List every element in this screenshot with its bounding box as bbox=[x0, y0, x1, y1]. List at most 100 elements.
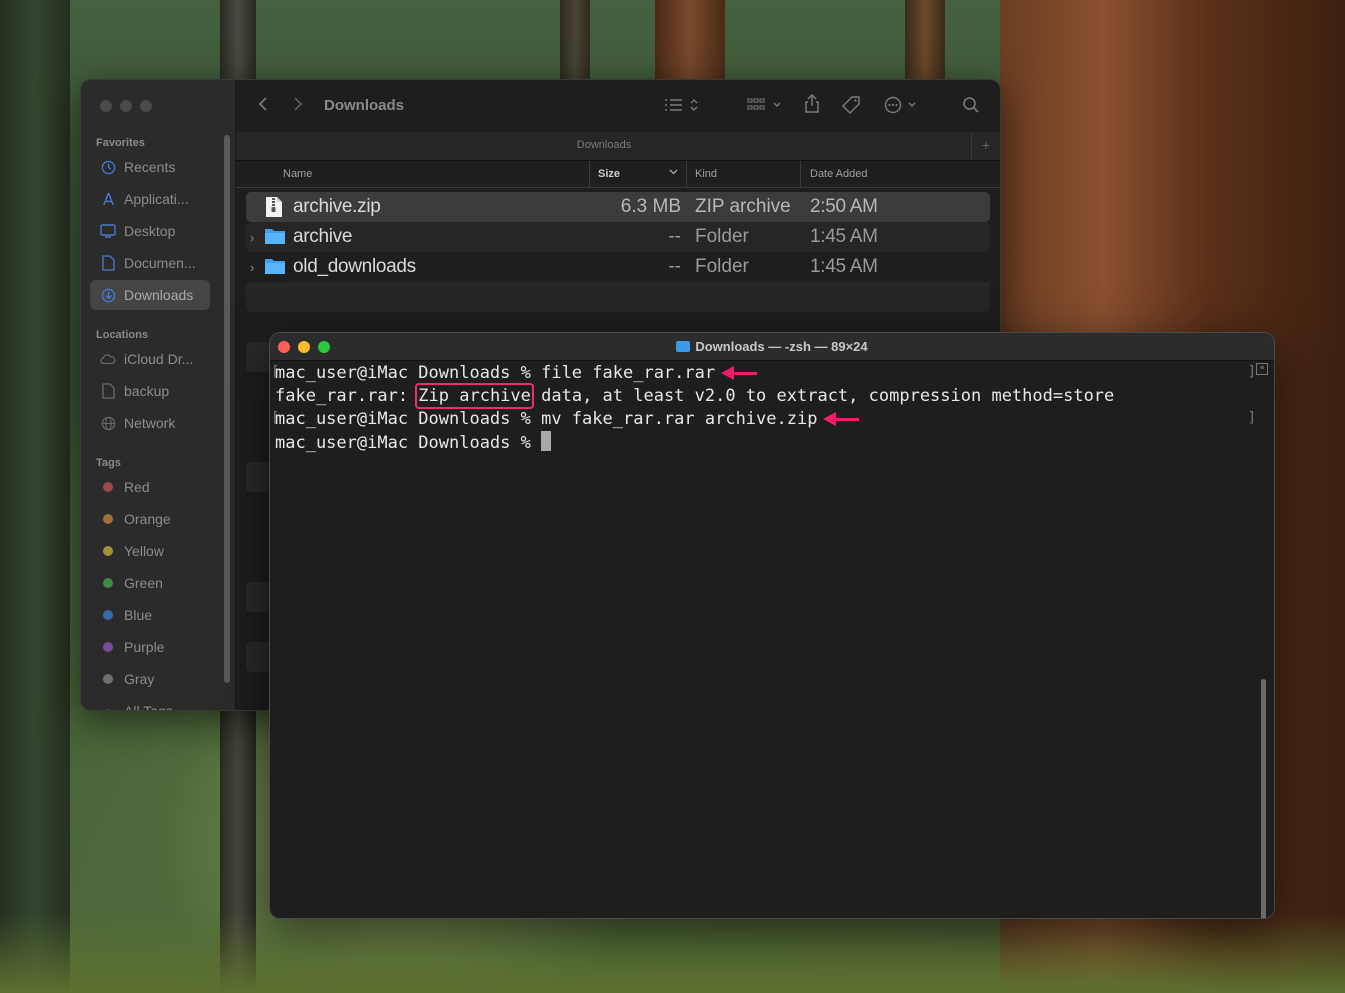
zoom-button[interactable] bbox=[140, 100, 152, 112]
terminal-window: Downloads — -zsh — 89×24 [ [ mac_user@iM… bbox=[269, 332, 1275, 919]
column-headers: Name Size Kind Date Added bbox=[236, 161, 1000, 188]
sidebar-item-label: Blue bbox=[124, 607, 153, 623]
share-icon[interactable] bbox=[804, 93, 820, 119]
file-kind: Folder bbox=[695, 256, 749, 277]
sidebar-item-label: backup bbox=[124, 383, 170, 399]
sidebar-item-label: Recents bbox=[124, 159, 176, 175]
file-list: archive.zip 6.3 MB ZIP archive 2:50 AM ›… bbox=[246, 192, 990, 312]
sidebar-item-applications[interactable]: Applicati... bbox=[90, 184, 210, 214]
sidebar-item-label: Gray bbox=[124, 671, 155, 687]
sidebar-item-documents[interactable]: Documen... bbox=[90, 248, 210, 278]
mark-bracket: ] bbox=[1247, 364, 1256, 380]
search-icon[interactable] bbox=[962, 96, 980, 119]
file-kind: Folder bbox=[695, 226, 749, 247]
sidebar-tag-purple[interactable]: Purple bbox=[90, 632, 210, 662]
folder-icon bbox=[676, 341, 691, 352]
file-date: 2:50 AM bbox=[810, 196, 878, 217]
locations-heading: Locations bbox=[96, 329, 148, 341]
sidebar-item-desktop[interactable]: Desktop bbox=[90, 216, 210, 246]
zip-file-icon bbox=[264, 196, 286, 218]
file-date: 1:45 AM bbox=[810, 256, 878, 277]
tag-dot-icon bbox=[100, 671, 116, 687]
empty-row-stub bbox=[246, 582, 270, 612]
sidebar-tag-blue[interactable]: Blue bbox=[90, 600, 210, 630]
empty-row-stub bbox=[246, 462, 270, 492]
text-cursor bbox=[541, 431, 552, 451]
sidebar-item-label: Downloads bbox=[124, 287, 194, 303]
sidebar-item-label: iCloud Dr... bbox=[124, 351, 194, 367]
folder-icon bbox=[264, 226, 286, 248]
file-name: archive.zip bbox=[293, 196, 381, 217]
sidebar-tag-gray[interactable]: Gray bbox=[90, 664, 210, 694]
clock-icon bbox=[100, 159, 116, 175]
column-divider bbox=[800, 161, 801, 187]
column-date-added[interactable]: Date Added bbox=[810, 168, 868, 180]
annotation-arrow bbox=[823, 408, 860, 430]
tags-heading: Tags bbox=[96, 457, 121, 469]
list-view-icon[interactable] bbox=[664, 97, 702, 118]
file-size: -- bbox=[668, 226, 681, 247]
forward-icon[interactable] bbox=[293, 96, 303, 117]
sidebar-item-recents[interactable]: Recents bbox=[90, 152, 210, 182]
file-row-old-downloads[interactable]: › old_downloads -- Folder 1:45 AM bbox=[246, 252, 990, 282]
sidebar-item-label: Documen... bbox=[124, 255, 196, 271]
document-icon bbox=[100, 255, 116, 271]
file-size: -- bbox=[668, 256, 681, 277]
file-size: 6.3 MB bbox=[620, 196, 681, 217]
group-icon[interactable] bbox=[747, 97, 783, 118]
sidebar-item-label: Orange bbox=[124, 511, 171, 527]
sidebar-tag-orange[interactable]: Orange bbox=[90, 504, 210, 534]
file-row-archive-zip[interactable]: archive.zip 6.3 MB ZIP archive 2:50 AM bbox=[246, 192, 990, 222]
sidebar-item-label: Network bbox=[124, 415, 176, 431]
output-text: data, at least v2.0 to extract, compress… bbox=[530, 386, 1115, 406]
sidebar-item-network[interactable]: Network bbox=[90, 408, 210, 438]
window-title: Downloads bbox=[324, 97, 405, 114]
tag-icon[interactable] bbox=[841, 95, 861, 120]
terminal-scrollbar[interactable] bbox=[1261, 679, 1266, 918]
tag-dot-icon bbox=[100, 479, 116, 495]
column-kind[interactable]: Kind bbox=[695, 168, 717, 180]
add-tab-button[interactable]: + bbox=[971, 132, 1000, 160]
sidebar-item-label: Yellow bbox=[124, 543, 164, 559]
scroll-mark-icon[interactable]: ≡ bbox=[1256, 363, 1268, 375]
terminal-output[interactable]: [ [ mac_user@iMac Downloads % file fake_… bbox=[270, 361, 1274, 918]
file-row-archive-folder[interactable]: › archive -- Folder 1:45 AM bbox=[246, 222, 990, 252]
sidebar-item-downloads[interactable]: Downloads bbox=[90, 280, 210, 310]
file-kind: ZIP archive bbox=[695, 196, 791, 217]
background-tree bbox=[0, 0, 70, 993]
sidebar-tag-yellow[interactable]: Yellow bbox=[90, 536, 210, 566]
tag-dot-icon bbox=[100, 543, 116, 559]
sidebar-item-icloud[interactable]: iCloud Dr... bbox=[90, 344, 210, 374]
sidebar-item-backup[interactable]: backup bbox=[90, 376, 210, 406]
cloud-icon bbox=[100, 351, 116, 367]
back-icon[interactable] bbox=[258, 96, 268, 117]
file-name: old_downloads bbox=[293, 256, 416, 277]
more-actions-icon[interactable] bbox=[884, 96, 920, 119]
close-button[interactable] bbox=[100, 100, 112, 112]
empty-row-stub bbox=[246, 342, 270, 372]
sidebar-scrollbar[interactable] bbox=[224, 135, 230, 683]
terminal-title: Downloads — -zsh — 89×24 bbox=[270, 339, 1274, 354]
desktop-icon bbox=[100, 223, 116, 239]
folder-icon bbox=[264, 256, 286, 278]
disclosure-chevron-icon[interactable]: › bbox=[250, 260, 254, 275]
terminal-line: mac_user@iMac Downloads % mv fake_rar.ra… bbox=[275, 408, 860, 430]
path-title: Downloads bbox=[576, 139, 632, 151]
tag-dot-icon bbox=[100, 575, 116, 591]
prompt-text: mac_user@iMac Downloads % bbox=[275, 433, 542, 453]
disclosure-chevron-icon[interactable]: › bbox=[250, 230, 254, 245]
column-name[interactable]: Name bbox=[283, 168, 312, 180]
sidebar-tag-green[interactable]: Green bbox=[90, 568, 210, 598]
file-name: archive bbox=[293, 226, 353, 247]
sidebar-tag-red[interactable]: Red bbox=[90, 472, 210, 502]
column-divider bbox=[589, 161, 590, 187]
column-size[interactable]: Size bbox=[598, 168, 620, 180]
sidebar-item-label: All Tags... bbox=[124, 703, 185, 711]
sidebar-all-tags[interactable]: ◌ All Tags... bbox=[90, 696, 210, 711]
minimize-button[interactable] bbox=[120, 100, 132, 112]
finder-sidebar: Favorites Recents Applicati... Desktop D… bbox=[81, 80, 236, 710]
terminal-line: mac_user@iMac Downloads % bbox=[275, 431, 552, 453]
downloads-icon bbox=[100, 287, 116, 303]
sidebar-item-label: Applicati... bbox=[124, 191, 189, 207]
terminal-titlebar: Downloads — -zsh — 89×24 bbox=[270, 333, 1274, 361]
